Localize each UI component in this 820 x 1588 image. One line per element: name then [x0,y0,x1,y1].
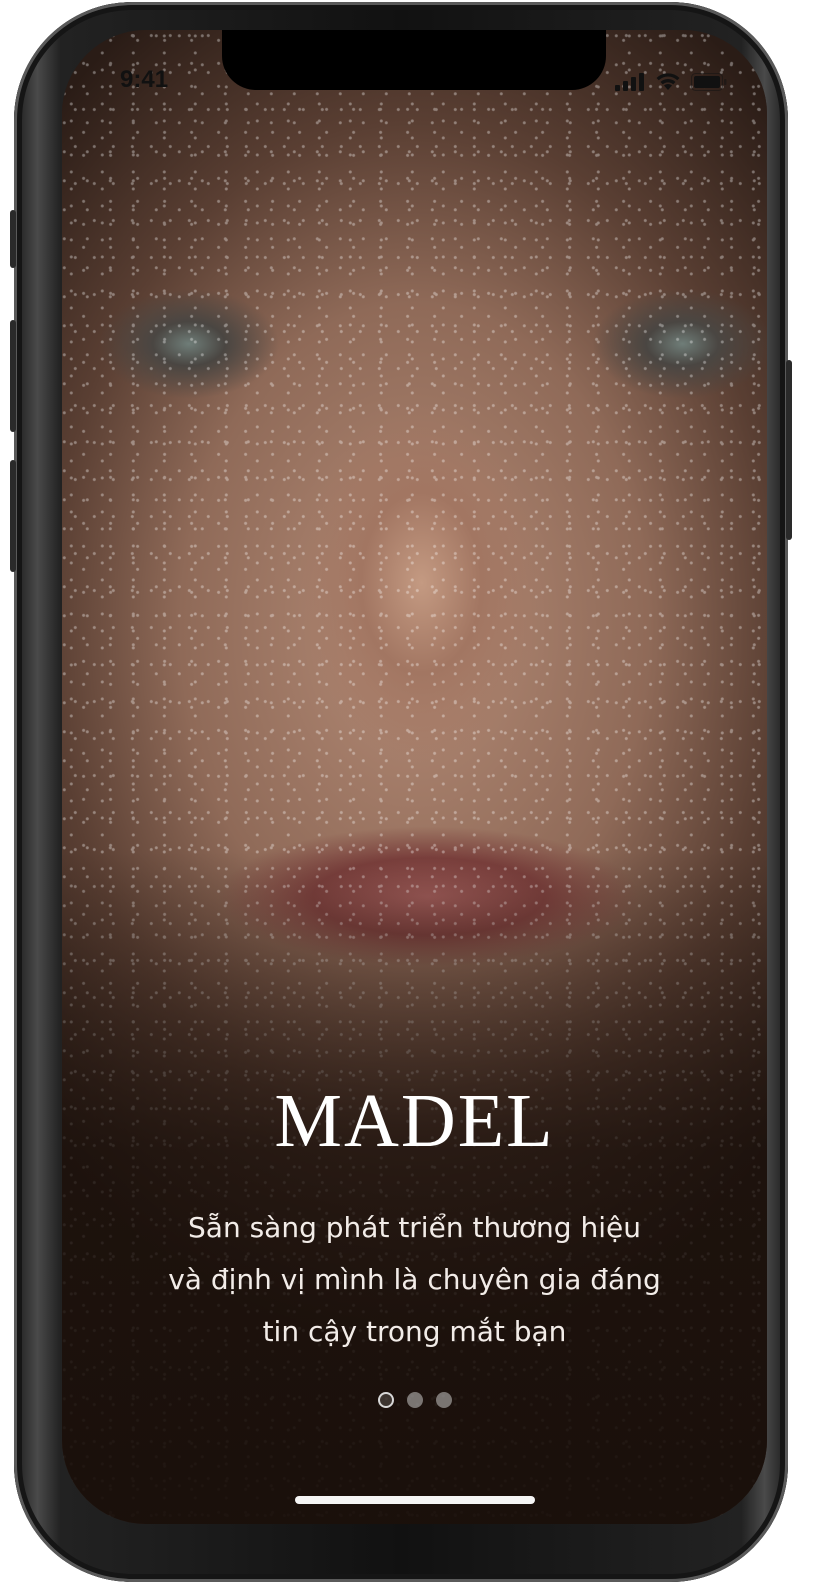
status-icons [615,72,727,91]
wifi-icon [656,73,680,90]
phone-frame: 9:41 MADEL Sẵn sàng phát triển thương hi… [10,2,792,1582]
app-title: MADEL [274,1079,555,1163]
volume-down-button [10,460,16,572]
battery-icon [691,72,727,91]
home-indicator[interactable] [295,1496,535,1504]
power-button [786,360,792,540]
subtitle-line: tin cậy trong mắt bạn [262,1315,567,1348]
page-dot-3[interactable] [435,1392,452,1408]
page-dot-1[interactable] [377,1392,394,1408]
mute-switch [10,210,16,268]
status-time: 9:41 [120,66,169,93]
page-dot-2[interactable] [406,1392,423,1408]
signal-icon [615,72,644,91]
subtitle-line: Sẵn sàng phát triển thương hiệu [188,1211,641,1244]
screen: 9:41 MADEL Sẵn sàng phát triển thương hi… [62,30,767,1524]
page-indicator[interactable] [62,1392,767,1408]
notch [222,30,606,90]
onboarding-subtitle: Sẵn sàng phát triển thương hiệu và định … [102,1202,727,1358]
subtitle-line: và định vị mình là chuyên gia đáng [168,1263,661,1296]
volume-up-button [10,320,16,432]
